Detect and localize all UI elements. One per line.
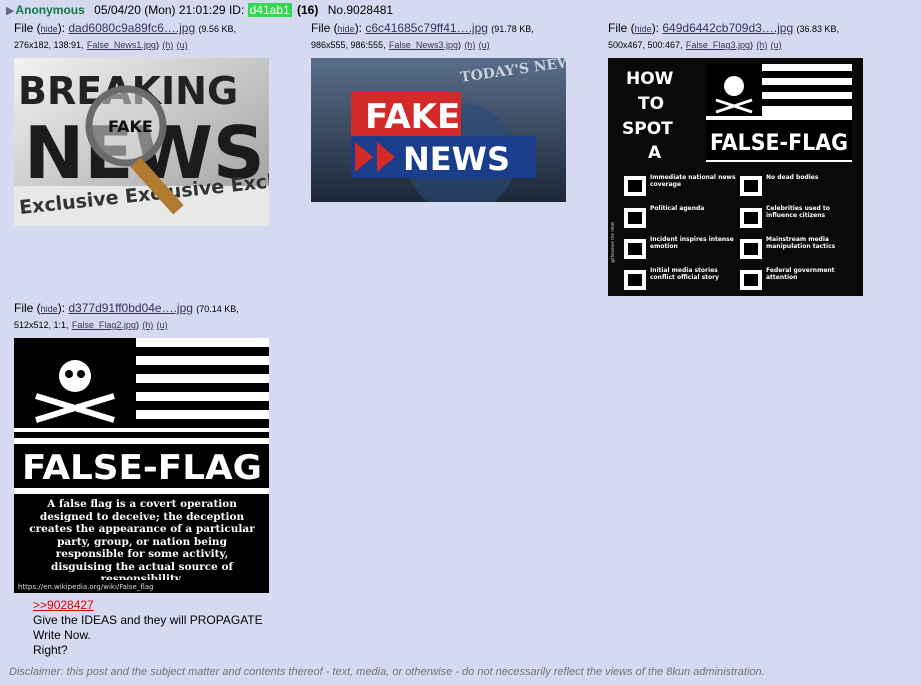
poster-id[interactable]: d41ab1 — [247, 3, 292, 17]
disclaimer: Disclaimer: this post and the subject ma… — [9, 666, 765, 678]
hide-link[interactable]: hide — [41, 24, 58, 34]
checklist-item: Immediate national news coverage — [650, 174, 736, 188]
file-name-link[interactable]: d377d91ff0bd04e….jpg — [68, 301, 193, 315]
body-line: Write Now. — [33, 628, 91, 642]
post-number-link[interactable]: No.9028481 — [328, 3, 393, 17]
how-line: TO — [638, 94, 664, 114]
file-label: File ( — [311, 21, 338, 35]
thumbnail-image-1[interactable]: BREAKING NEWS Exclusive Exclusive Excl F… — [14, 58, 269, 226]
file-size: (9.56 KB, — [198, 24, 237, 34]
h-link[interactable]: (h) — [162, 40, 173, 50]
lens-text-fake: FAKE — [108, 117, 153, 136]
file-name-link[interactable]: dad6080c9a89fc6….jpg — [68, 21, 195, 35]
file-2: File (hide): c6c41685c79ff41….jpg (91.78… — [311, 21, 591, 53]
file-dimensions: 276x182, 138:91, — [14, 40, 84, 50]
file-sep: ): — [57, 301, 66, 315]
h-link[interactable]: (h) — [756, 40, 767, 50]
how-line: SPOT — [622, 119, 673, 139]
file-label: File ( — [14, 301, 41, 315]
file-1: File (hide): dad6080c9a89fc6….jpg (9.56 … — [14, 21, 294, 53]
flag-title: FALSE-FLAG — [710, 131, 848, 156]
image-text-news: NEWS — [403, 140, 510, 178]
checklist-item: Incident inspires intense emotion — [650, 236, 734, 250]
hide-link[interactable]: hide — [635, 24, 652, 34]
file-dimensions: 986x555, 986:555, — [311, 40, 386, 50]
file-3: File (hide): 649d6442cb709d3….jpg (36.83… — [608, 21, 888, 53]
checklist-left: Immediate national news coverage Politic… — [650, 174, 736, 281]
flag-title: FALSE-FLAG — [22, 448, 262, 488]
file-name-link[interactable]: 649d6442cb709d3….jpg — [662, 21, 793, 35]
file-info: File (hide): d377d91ff0bd04e….jpg (70.14… — [14, 301, 239, 330]
file-dimensions: 500x467, 500:467, — [608, 40, 683, 50]
file-dimensions: 512x512, 1:1, — [14, 320, 69, 330]
file-size: (36.83 KB, — [796, 24, 840, 34]
file-label: File ( — [608, 21, 635, 35]
original-filename-link[interactable]: False_Flag2.jpg — [72, 320, 136, 330]
post-header: ▶Anonymous 05/04/20 (Mon) 21:01:29 ID: d… — [6, 3, 393, 19]
file-4: File (hide): d377d91ff0bd04e….jpg (70.14… — [14, 301, 294, 333]
reply-quote-link[interactable]: >>9028427 — [33, 598, 263, 613]
post-menu-arrow-icon[interactable]: ▶ — [6, 5, 14, 17]
thumbnail-image-4[interactable]: FALSE-FLAG A false flag is a covert oper… — [14, 338, 269, 593]
original-filename-link[interactable]: False_Flag3.jpg — [686, 40, 750, 50]
post-container: ▶Anonymous 05/04/20 (Mon) 21:01:29 ID: d… — [0, 0, 921, 685]
checklist-right: No dead bodies Celebrities used to influ… — [766, 174, 836, 281]
file-info: File (hide): 649d6442cb709d3….jpg (36.83… — [608, 21, 840, 50]
source-url: https://en.wikipedia.org/wiki/False_flag — [18, 583, 153, 591]
post-body: >>9028427 Give the IDEAS and they will P… — [33, 598, 263, 658]
u-link[interactable]: (u) — [177, 40, 188, 50]
body-line: Give the IDEAS and they will PROPAGATE — [33, 613, 263, 627]
flag-graphic: FALSE-FLAG — [706, 64, 852, 162]
file-size: (70.14 KB, — [196, 304, 239, 314]
id-post-count: (16) — [297, 3, 319, 17]
h-link[interactable]: (h) — [142, 320, 153, 330]
side-watermark: @theodore the rebel — [610, 222, 615, 263]
body-line: Right? — [33, 643, 68, 657]
u-link[interactable]: (u) — [157, 320, 168, 330]
u-link[interactable]: (u) — [479, 40, 490, 50]
thumbnail-image-3[interactable]: HOW TO SPOT A FALSE-FLAG Immediate natio… — [608, 58, 863, 296]
file-label: File ( — [14, 21, 41, 35]
checklist-item: Political agenda — [650, 205, 705, 212]
how-line: HOW — [626, 69, 674, 89]
definition-text: A false flag is a covert operation desig… — [29, 498, 255, 580]
image-text-fake: FAKE — [365, 97, 460, 137]
checklist-item: Federal government attention — [766, 267, 835, 281]
thumbnail-image-2[interactable]: TODAY'S NEWS FAKE NEWS — [311, 58, 566, 202]
checklist-item: No dead bodies — [766, 174, 819, 181]
file-sep: ): — [354, 21, 363, 35]
original-filename-link[interactable]: False_News1.jpg — [87, 40, 156, 50]
h-link[interactable]: (h) — [464, 40, 475, 50]
u-link[interactable]: (u) — [771, 40, 782, 50]
poster-name: Anonymous — [15, 3, 85, 17]
file-name-link[interactable]: c6c41685c79ff41….jpg — [365, 21, 488, 35]
checklist-item: Initial media stories conflict official … — [650, 267, 720, 281]
file-info: File (hide): dad6080c9a89fc6….jpg (9.56 … — [14, 21, 237, 50]
checklist-item: Mainstream media manipulation tactics — [766, 236, 836, 250]
post-date: 05/04/20 (Mon) 21:01:29 — [94, 3, 226, 17]
file-info: File (hide): c6c41685c79ff41….jpg (91.78… — [311, 21, 534, 50]
hide-link[interactable]: hide — [338, 24, 355, 34]
file-sep: ): — [57, 21, 66, 35]
how-line: A — [648, 143, 662, 163]
original-filename-link[interactable]: False_News3.jpg — [389, 40, 458, 50]
checklist-item: Celebrities used to influence citizens — [766, 205, 830, 219]
file-sep: ): — [651, 21, 660, 35]
hide-link[interactable]: hide — [41, 304, 58, 314]
file-size: (91.78 KB, — [491, 24, 534, 34]
id-label: ID: — [228, 3, 245, 17]
